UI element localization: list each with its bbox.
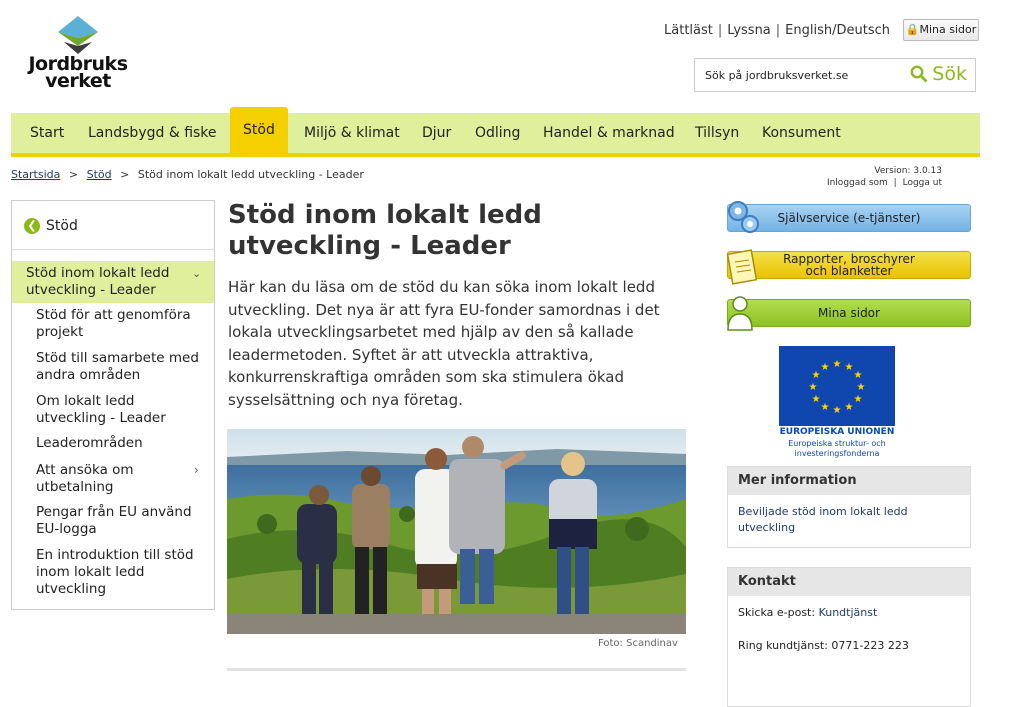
sidebar-item-genomfora[interactable]: Stöd för att genomföra projekt xyxy=(36,307,206,341)
nav-item-stod[interactable]: Stöd xyxy=(230,107,288,153)
svg-text:★: ★ xyxy=(821,362,830,373)
gears-icon xyxy=(728,201,759,233)
svg-text:★: ★ xyxy=(833,359,842,370)
nav-item-start[interactable]: Start xyxy=(30,113,64,153)
user-icon xyxy=(727,296,753,331)
eu-subtitle: Europeiska struktur- och investeringsfon… xyxy=(788,439,886,458)
mina-sidor-button[interactable]: Mina sidor xyxy=(727,296,971,331)
nav-item-tillsyn[interactable]: Tillsyn xyxy=(695,113,739,153)
svg-text:★: ★ xyxy=(809,382,818,393)
sidebar-item-eu-logga[interactable]: Pengar från EU använd EU-logga xyxy=(36,504,206,538)
sidebar-item-leaderomraden[interactable]: Leaderområden xyxy=(36,435,206,452)
intro-text: Här kan du läsa om de stöd du kan söka i… xyxy=(228,278,660,409)
people-overlooking-landscape-image xyxy=(227,429,686,634)
top-links: Lättläst | Lyssna | English/Deutsch xyxy=(664,23,890,38)
language-link[interactable]: English/Deutsch xyxy=(785,23,890,38)
rapporter-button[interactable]: Rapporter, broschyrer och blanketter xyxy=(726,249,971,285)
document-icon xyxy=(726,249,758,285)
chevron-down-icon: ⌄ xyxy=(192,267,202,280)
nav-item-miljo[interactable]: Miljö & klimat xyxy=(304,113,400,153)
arrow-left-icon: ❮ xyxy=(24,218,40,234)
svg-text:★: ★ xyxy=(845,402,854,413)
version-info: Version: 3.0.13 Inloggad som | Logga ut xyxy=(826,166,942,188)
search-input[interactable] xyxy=(695,59,905,91)
logged-in-text: Inloggad som xyxy=(826,178,888,188)
svg-text:★: ★ xyxy=(845,362,854,373)
breadcrumb-current: Stöd inom lokalt ledd utveckling - Leade… xyxy=(137,168,364,181)
chevron-right-icon: › xyxy=(194,463,199,477)
logout-link[interactable]: Logga ut xyxy=(903,178,942,188)
kontakt-phone: Ring kundtjänst: 0771-223 223 xyxy=(738,639,909,652)
beviljade-stod-link[interactable]: Beviljade stöd inom lokalt ledd utveckli… xyxy=(738,504,938,536)
kontakt-box: Kontakt Skicka e-post: Kundtjänst Ring k… xyxy=(727,567,971,707)
hero-photo xyxy=(227,429,686,634)
eu-title: EUROPEISKA UNIONEN xyxy=(779,427,895,437)
mer-information-heading: Mer information xyxy=(728,467,970,495)
jordbruksverket-logo[interactable]: Jordbruks verket xyxy=(28,16,138,98)
breadcrumb-startsida[interactable]: Startsida xyxy=(11,168,60,181)
kontakt-email-row: Skicka e-post: Kundtjänst xyxy=(738,606,878,619)
nav-item-landsbygd[interactable]: Landsbygd & fiske xyxy=(88,113,217,153)
nav-item-handel[interactable]: Handel & marknad xyxy=(543,113,675,153)
mina-sidor-top-button[interactable]: 🔒Mina sidor xyxy=(903,19,979,41)
svg-text:★: ★ xyxy=(821,402,830,413)
search-box: Sök xyxy=(694,58,976,92)
content-divider xyxy=(227,668,686,671)
mer-information-box: Mer information Beviljade stöd inom loka… xyxy=(727,466,971,548)
version-text: Version: 3.0.13 xyxy=(874,166,942,176)
sidebar-item-samarbete[interactable]: Stöd till samarbete med andra områden xyxy=(36,350,206,384)
sidebar-item-om-leader[interactable]: Om lokalt ledd utveckling - Leader xyxy=(36,393,206,427)
kundtjanst-email-link[interactable]: Kundtjänst xyxy=(819,606,878,619)
logo-mark-icon xyxy=(58,16,98,54)
easy-read-link[interactable]: Lättläst xyxy=(664,23,713,38)
search-icon xyxy=(910,65,928,83)
main-nav: Start Landsbygd & fiske Stöd Miljö & kli… xyxy=(11,107,980,157)
eu-flag-icon: ★ ★ ★ ★ ★ ★ ★ ★ ★ ★ ★ ★ xyxy=(779,346,895,426)
nav-item-djur[interactable]: Djur xyxy=(422,113,451,153)
svg-text:★: ★ xyxy=(854,394,863,405)
svg-text:★: ★ xyxy=(812,370,821,381)
svg-text:★: ★ xyxy=(857,382,866,393)
logo-wordmark: Jordbruks verket xyxy=(28,53,128,92)
nav-item-odling[interactable]: Odling xyxy=(475,113,520,153)
sjalvservice-button[interactable]: Självservice (e-tjänster) xyxy=(727,201,971,233)
sidebar-back-stod[interactable]: ❮ Stöd xyxy=(12,201,214,250)
nav-item-konsument[interactable]: Konsument xyxy=(762,113,841,153)
lock-icon: 🔒 xyxy=(905,23,920,36)
breadcrumb-stod[interactable]: Stöd xyxy=(87,168,112,181)
svg-text:★: ★ xyxy=(833,405,842,416)
page-title: Stöd inom lokalt ledd utveckling - Leade… xyxy=(228,200,542,261)
breadcrumb: Startsida > Stöd > Stöd inom lokalt ledd… xyxy=(11,168,364,181)
sidebar-nav: ❮ Stöd Stöd inom lokalt ledd utveckling … xyxy=(11,200,215,610)
listen-link[interactable]: Lyssna xyxy=(727,23,771,38)
search-button[interactable]: Sök xyxy=(910,63,967,85)
sidebar-item-current[interactable]: Stöd inom lokalt ledd utveckling - Leade… xyxy=(12,261,214,303)
svg-text:★: ★ xyxy=(854,370,863,381)
svg-text:★: ★ xyxy=(812,394,821,405)
eu-logo: ★ ★ ★ ★ ★ ★ ★ ★ ★ ★ ★ ★ EUROPEISKA UNIONEN Europe… xyxy=(779,346,895,462)
sidebar-item-utbetalning[interactable]: Att ansöka om utbetalning › xyxy=(36,462,199,496)
sidebar-item-introduktion[interactable]: En introduktion till stöd inom lokalt le… xyxy=(36,547,206,598)
kontakt-heading: Kontakt xyxy=(728,568,970,596)
photo-credit: Foto: Scandinav xyxy=(598,638,678,649)
